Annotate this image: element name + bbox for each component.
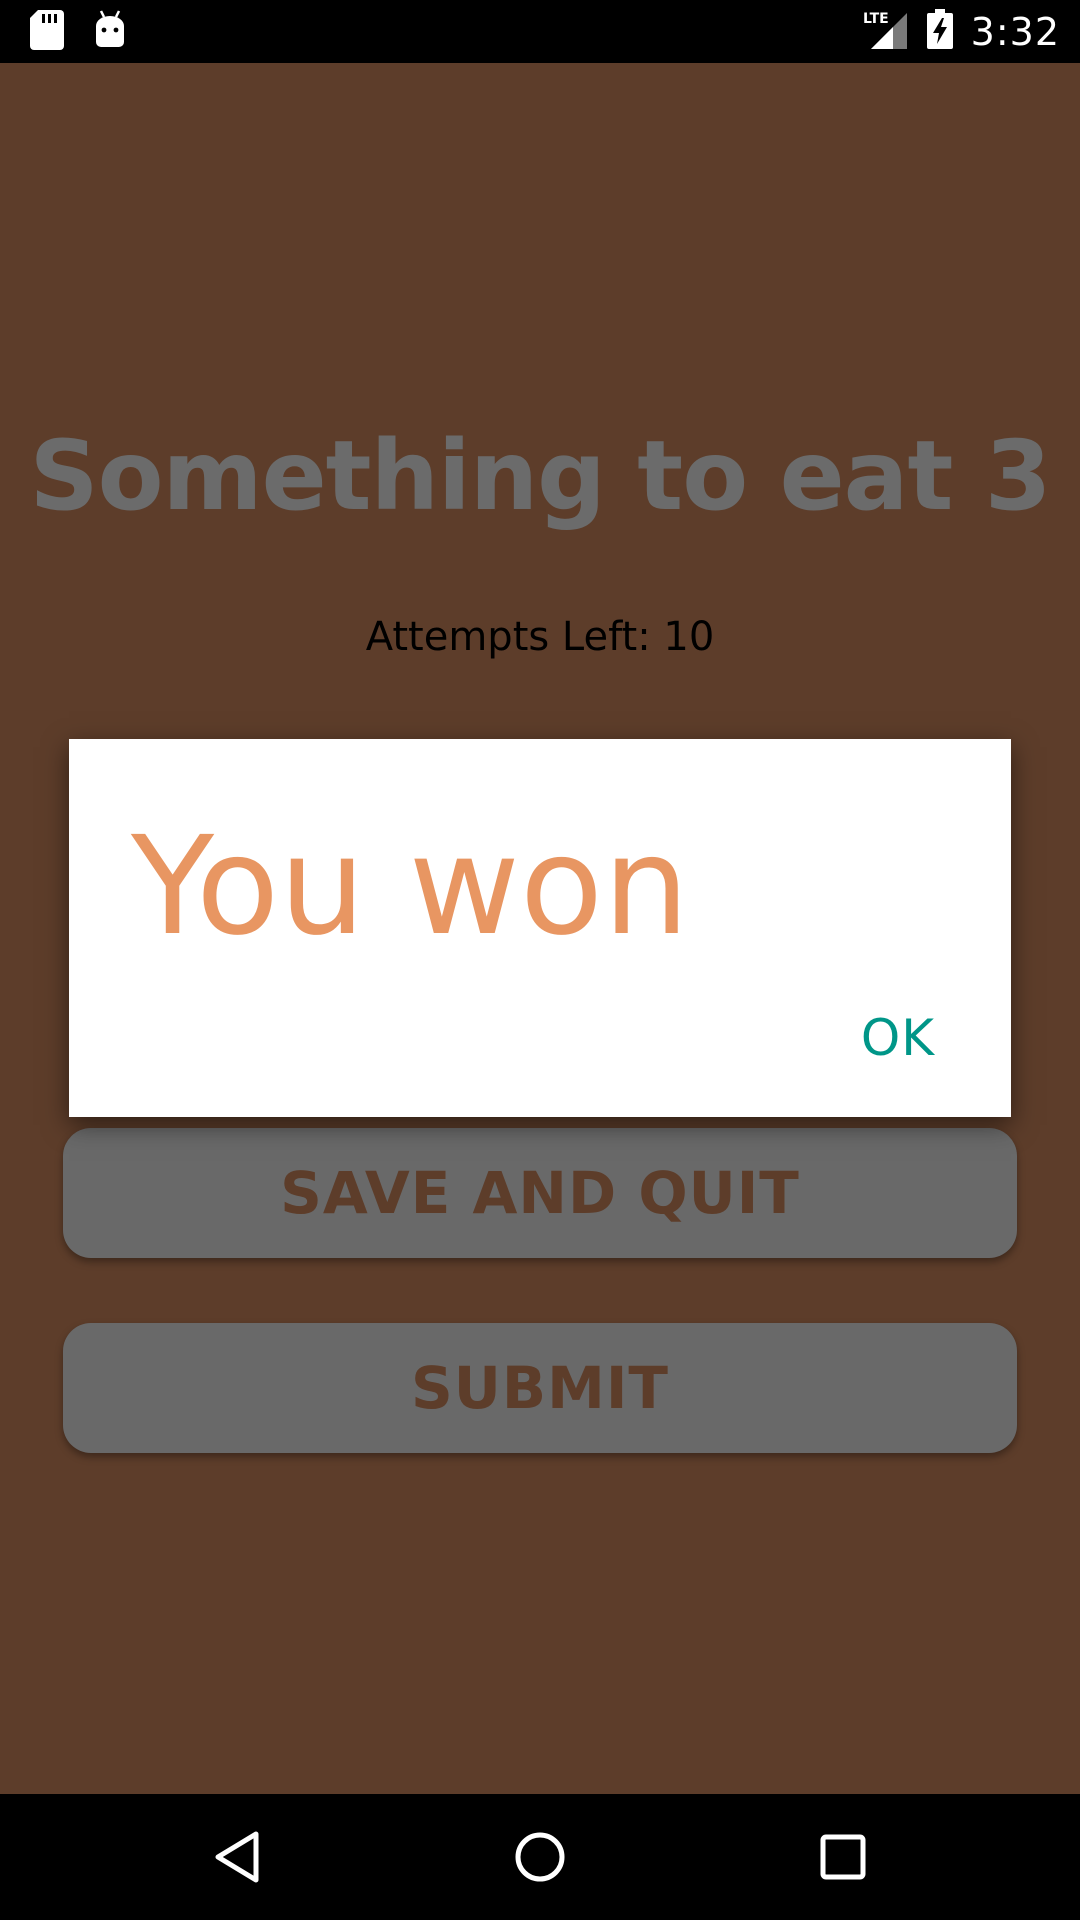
win-dialog: You won OK <box>69 739 1011 1117</box>
ok-button[interactable]: OK <box>853 1009 943 1067</box>
lte-signal-icon: LTE <box>863 9 909 54</box>
status-bar: LTE 3:32 <box>0 0 1080 63</box>
back-icon[interactable] <box>202 1822 272 1892</box>
app-screen: LTE 3:32 Something to eat 3 Attempts Lef… <box>0 0 1080 1920</box>
status-bar-right: LTE 3:32 <box>863 0 1060 63</box>
recents-icon[interactable] <box>808 1822 878 1892</box>
game-title: Something to eat 3 <box>29 420 1051 532</box>
attempts-left: Attempts Left: 10 <box>365 614 715 660</box>
android-debug-icon <box>94 10 126 53</box>
battery-charging-icon <box>926 9 953 54</box>
dialog-message: You won <box>131 808 690 966</box>
status-time: 3:32 <box>970 9 1060 54</box>
navigation-bar <box>0 1794 1080 1920</box>
home-icon[interactable] <box>505 1822 575 1892</box>
sd-card-icon <box>30 10 64 55</box>
save-and-quit-button[interactable]: SAVE AND QUIT <box>63 1128 1017 1258</box>
svg-text:LTE: LTE <box>863 11 889 27</box>
submit-button[interactable]: SUBMIT <box>63 1323 1017 1453</box>
